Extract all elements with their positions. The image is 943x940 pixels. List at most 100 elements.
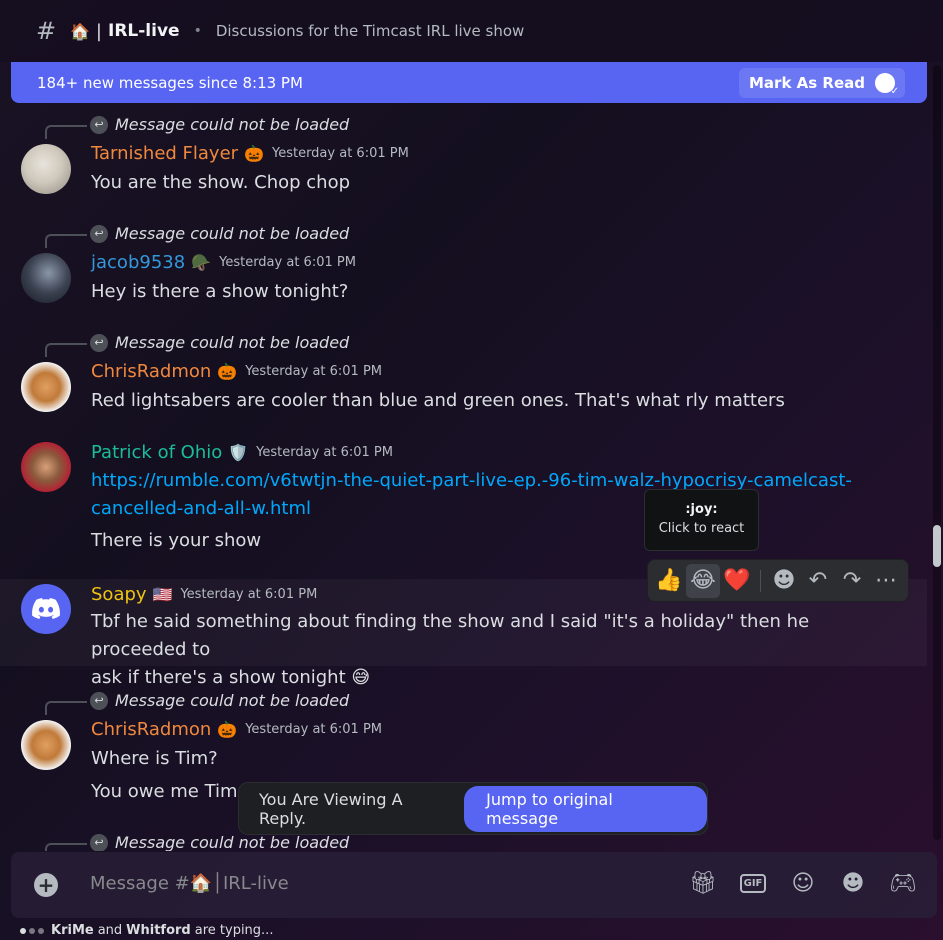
reply-arrow-icon: ↩ xyxy=(90,833,108,851)
reply-preview[interactable]: ↩ Message could not be loaded xyxy=(90,115,349,134)
viewing-reply-notice: You Are Viewing A Reply. Jump to origina… xyxy=(238,782,708,835)
channel-name[interactable]: IRL-live xyxy=(108,21,180,41)
reply-connector xyxy=(45,234,87,248)
pumpkin-badge-icon: 🎃 xyxy=(217,362,238,381)
us-flag-badge-icon: 🇺🇸 xyxy=(152,585,173,604)
channel-header: # 🏠 | IRL-live • Discussions for the Tim… xyxy=(0,0,943,62)
jump-to-original-button[interactable]: Jump to original message xyxy=(464,785,707,832)
reply-preview[interactable]: ↩ Message could not be loaded xyxy=(90,224,349,243)
tooltip-emoji-name: :joy: xyxy=(685,502,718,517)
reply-connector xyxy=(45,125,87,139)
typing-dots-icon xyxy=(20,923,47,938)
author-name[interactable]: Soapy xyxy=(91,584,147,605)
avatar[interactable] xyxy=(21,362,71,412)
text-channel-icon: # xyxy=(36,17,57,45)
new-messages-text[interactable]: 184+ new messages since 8:13 PM xyxy=(37,74,303,92)
timestamp: Yesterday at 6:01 PM xyxy=(180,587,318,602)
reply-text: Message could not be loaded xyxy=(115,333,350,352)
reply-icon[interactable]: ↶ xyxy=(801,564,835,598)
message-content: Where is Tim? xyxy=(91,748,218,769)
typing-and: and xyxy=(97,923,123,938)
timestamp: Yesterday at 6:01 PM xyxy=(271,146,409,161)
gift-icon[interactable]: 🎁︎ xyxy=(689,871,717,896)
message-content: Red lightsabers are cooler than blue and… xyxy=(91,390,785,411)
reply-arrow-icon: ↩ xyxy=(90,224,108,243)
reply-text: Message could not be loaded xyxy=(115,691,350,710)
shield-badge-icon: 🛡️ xyxy=(228,443,249,462)
scrollbar-track[interactable] xyxy=(933,65,941,840)
helmet-badge-icon: 🪖 xyxy=(191,253,212,272)
author-name[interactable]: ChrisRadmon xyxy=(91,719,211,740)
channel-emoji: 🏠 xyxy=(70,21,90,41)
channel-topic[interactable]: Discussions for the Timcast IRL live sho… xyxy=(216,22,524,40)
typing-suffix: are typing... xyxy=(194,923,274,938)
timestamp: Yesterday at 6:01 PM xyxy=(245,364,383,379)
avatar[interactable] xyxy=(21,720,71,770)
message-link[interactable]: https://rumble.com/v6twtjn-the-quiet-par… xyxy=(91,467,891,523)
action-divider xyxy=(760,569,761,592)
avatar[interactable] xyxy=(21,253,71,303)
typing-user: KriMe xyxy=(51,923,94,938)
reply-arrow-icon: ↩ xyxy=(90,691,108,710)
message-composer[interactable]: + Message #🏠│IRL-live 🎁︎ GIF ☺ ☻ 🎮︎ xyxy=(11,852,937,918)
avatar[interactable] xyxy=(21,584,71,634)
avatar[interactable] xyxy=(21,442,71,492)
reply-text: Message could not be loaded xyxy=(115,115,350,134)
more-options-icon[interactable]: ⋯ xyxy=(869,564,903,598)
react-joy-button[interactable]: 😂 xyxy=(686,563,720,598)
link-line-2[interactable]: cancelled-and-all-w.html xyxy=(91,498,311,519)
reaction-tooltip: :joy: Click to react xyxy=(644,489,759,551)
sticker-icon[interactable]: ☺ xyxy=(791,871,815,896)
mark-as-read-button[interactable]: Mark As Read xyxy=(739,67,905,98)
message-line: Tbf he said something about finding the … xyxy=(91,611,810,660)
reply-text: Message could not be loaded xyxy=(115,224,350,243)
mark-as-read-label: Mark As Read xyxy=(749,73,865,92)
forward-icon[interactable]: ↷ xyxy=(835,564,869,598)
react-thumbs-up-button[interactable]: 👍 xyxy=(652,564,686,598)
timestamp: Yesterday at 6:01 PM xyxy=(245,722,383,737)
author-name[interactable]: Tarnished Flayer xyxy=(91,143,238,164)
author-name[interactable]: jacob9538 xyxy=(91,252,185,273)
pumpkin-badge-icon: 🎃 xyxy=(244,144,264,163)
author-name[interactable]: Patrick of Ohio xyxy=(91,442,222,463)
header-dot: • xyxy=(193,23,202,39)
emoji-icon[interactable]: ☻ xyxy=(841,871,865,896)
typing-indicator: KriMe and Whitford are typing... xyxy=(20,923,273,938)
discord-logo-icon xyxy=(32,598,60,619)
reply-preview[interactable]: ↩ Message could not be loaded xyxy=(90,691,349,710)
message[interactable]: ↩ Message could not be loaded xyxy=(0,833,930,851)
add-reaction-icon[interactable]: ☻ xyxy=(767,564,801,598)
timestamp: Yesterday at 6:01 PM xyxy=(219,255,356,270)
pumpkin-badge-icon: 🎃 xyxy=(217,720,238,739)
message-content: Tbf he said something about finding the … xyxy=(91,608,891,692)
channel-separator: | xyxy=(95,20,102,42)
author-name[interactable]: ChrisRadmon xyxy=(91,361,211,382)
timestamp: Yesterday at 6:01 PM xyxy=(256,445,393,460)
reply-preview[interactable]: ↩ Message could not be loaded xyxy=(90,333,349,352)
typing-user: Whitford xyxy=(126,923,191,938)
scrollbar-thumb[interactable] xyxy=(933,525,941,567)
reply-connector xyxy=(45,843,87,851)
reply-connector xyxy=(45,701,87,715)
avatar[interactable] xyxy=(21,144,71,194)
reply-arrow-icon: ↩ xyxy=(90,115,108,134)
tooltip-hint: Click to react xyxy=(658,521,745,536)
reply-preview[interactable]: ↩ Message could not be loaded xyxy=(90,833,349,851)
reply-connector xyxy=(45,343,87,357)
mark-read-icon xyxy=(875,72,899,97)
message-line: ask if there's a show tonight 😅 xyxy=(91,667,371,688)
gif-icon[interactable]: GIF xyxy=(739,871,767,895)
reply-text: Message could not be loaded xyxy=(115,833,350,851)
reply-arrow-icon: ↩ xyxy=(90,333,108,352)
activities-gamepad-icon[interactable]: 🎮︎ xyxy=(889,871,917,896)
upload-plus-icon[interactable]: + xyxy=(34,873,58,897)
message-content: There is your show xyxy=(91,530,262,551)
link-line-1[interactable]: https://rumble.com/v6twtjn-the-quiet-par… xyxy=(91,470,852,491)
viewing-reply-text: You Are Viewing A Reply. xyxy=(259,789,403,828)
message-content: Hey is there a show tonight? xyxy=(91,281,349,302)
message-content: You are the show. Chop chop xyxy=(91,172,351,193)
message-input[interactable]: Message #🏠│IRL-live xyxy=(90,873,289,894)
message-action-bar: 👍 😂 ❤️ ☻ ↶ ↷ ⋯ xyxy=(648,560,908,601)
new-messages-banner[interactable]: 184+ new messages since 8:13 PM Mark As … xyxy=(11,62,927,103)
react-heart-button[interactable]: ❤️ xyxy=(720,564,754,598)
